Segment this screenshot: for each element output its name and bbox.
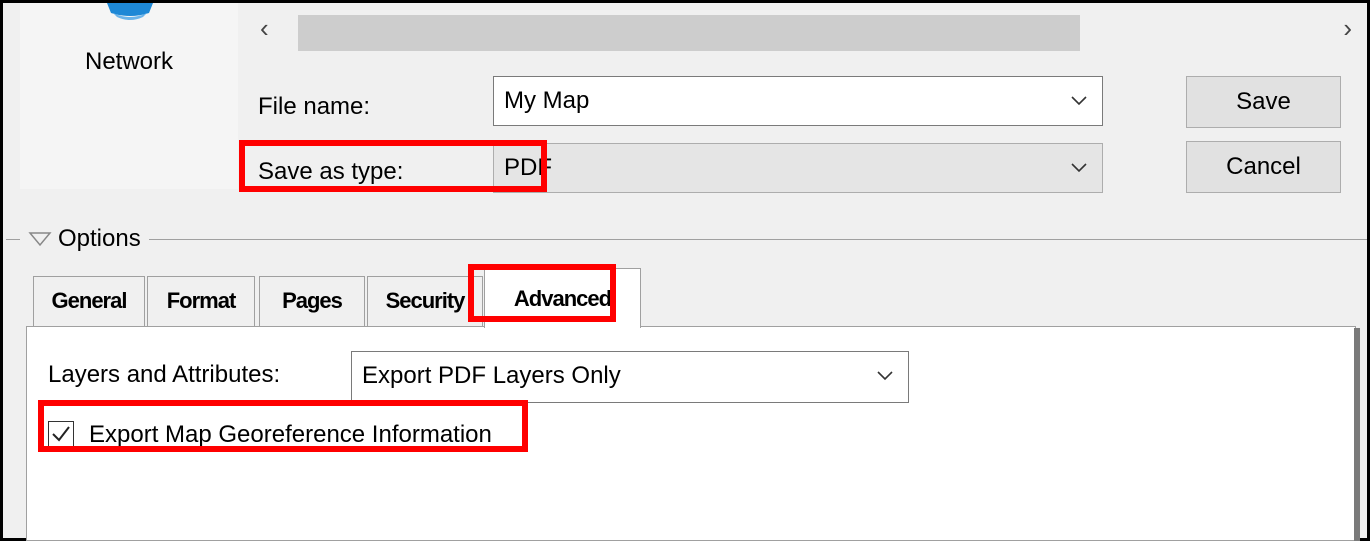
options-toggle[interactable]: Options — [3, 221, 149, 257]
save-button[interactable]: Save — [1186, 76, 1341, 128]
layers-attributes-label: Layers and Attributes: — [48, 361, 281, 388]
options-divider — [3, 239, 1367, 240]
triangle-down-icon[interactable] — [28, 231, 52, 247]
chevron-down-icon[interactable] — [876, 366, 894, 384]
file-name-combobox[interactable]: My Map — [493, 76, 1103, 126]
save-dialog: Network ‹ › File name: My Map Save as ty… — [3, 3, 1367, 541]
horizontal-scrollbar[interactable]: ‹ › — [248, 8, 1358, 51]
network-icon — [107, 3, 153, 20]
network-label: Network — [84, 48, 174, 75]
chevron-left-icon[interactable]: ‹ — [260, 10, 269, 46]
save-as-type-combobox[interactable]: PDF — [493, 143, 1103, 193]
export-georeference-label[interactable]: Export Map Georeference Information — [89, 421, 492, 449]
file-name-label: File name: — [258, 93, 371, 120]
layers-attributes-combobox[interactable]: Export PDF Layers Only — [351, 351, 909, 403]
tab-general[interactable]: General — [33, 276, 145, 326]
tab-format[interactable]: Format — [147, 276, 255, 326]
chevron-down-icon[interactable] — [1070, 158, 1088, 176]
panel-edge — [1354, 328, 1360, 541]
checkmark-icon — [52, 426, 70, 442]
cancel-button[interactable]: Cancel — [1186, 141, 1341, 193]
chevron-right-icon[interactable]: › — [1343, 10, 1352, 46]
file-name-value[interactable]: My Map — [504, 87, 589, 114]
network-shortcut[interactable]: Network — [20, 3, 238, 189]
export-georeference-checkbox[interactable] — [48, 421, 74, 447]
tab-security[interactable]: Security — [367, 276, 483, 326]
save-as-type-value[interactable]: PDF — [504, 154, 552, 181]
scroll-thumb[interactable] — [298, 15, 1080, 51]
chevron-down-icon[interactable] — [1070, 91, 1088, 109]
tab-pages[interactable]: Pages — [259, 276, 365, 326]
save-as-type-label: Save as type: — [258, 158, 404, 185]
layers-attributes-value[interactable]: Export PDF Layers Only — [362, 362, 621, 389]
tab-advanced[interactable]: Advanced — [484, 268, 641, 328]
options-label[interactable]: Options — [58, 225, 141, 253]
